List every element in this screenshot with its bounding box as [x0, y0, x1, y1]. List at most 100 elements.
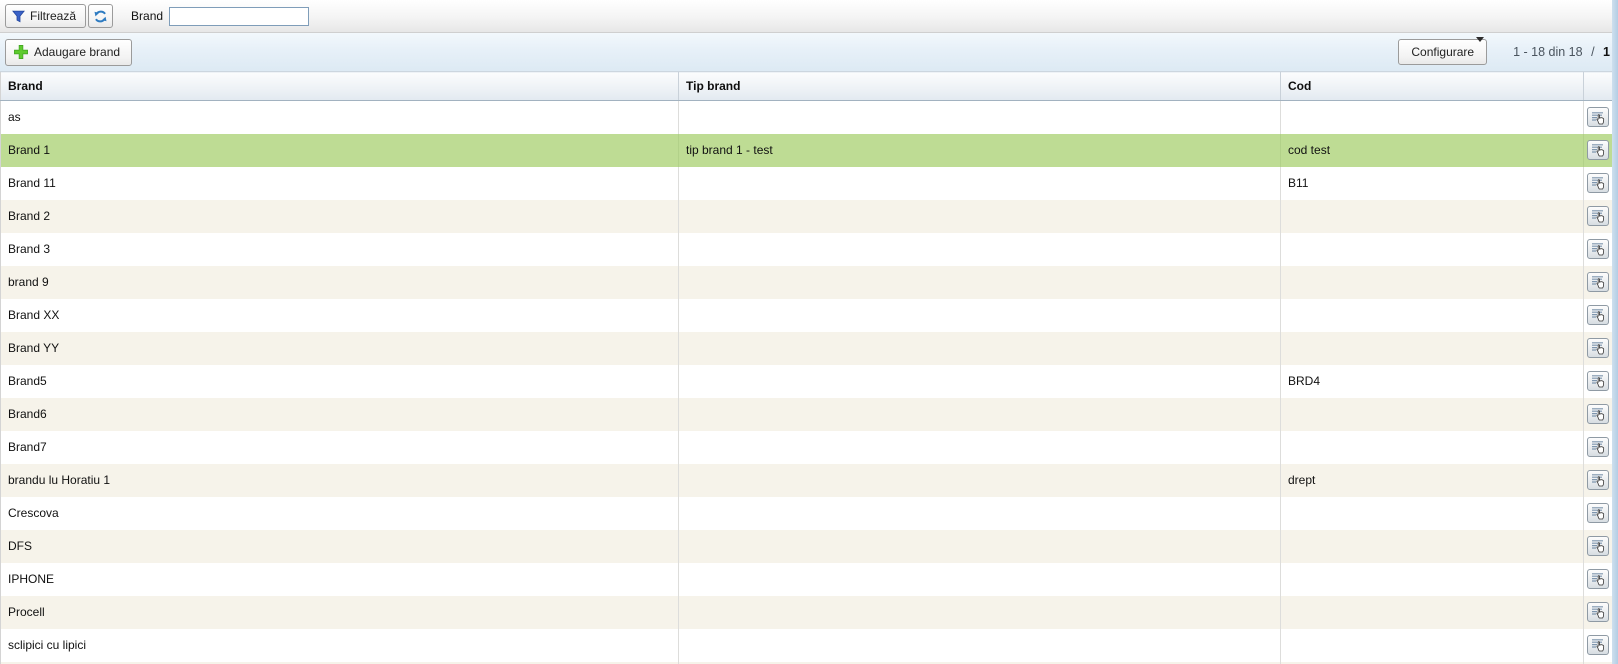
column-header-brand[interactable]: Brand [1, 72, 679, 101]
column-header-cod[interactable]: Cod [1281, 72, 1584, 101]
row-actions-cell [1584, 365, 1613, 398]
brand-cell: Brand6 [1, 398, 679, 431]
add-brand-button[interactable]: Adaugare brand [5, 39, 132, 66]
filter-toolbar: Filtrează Brand [0, 0, 1618, 33]
tip-brand-cell: tip brand 1 - test [679, 134, 1281, 167]
cod-cell [1281, 200, 1584, 233]
row-actions-cell [1584, 629, 1613, 662]
hand-pointer-form-icon [1590, 110, 1606, 125]
hand-pointer-form-icon [1590, 571, 1606, 586]
add-brand-button-label: Adaugare brand [34, 45, 120, 59]
brand-cell: Crescova [1, 497, 679, 530]
refresh-button[interactable] [88, 4, 113, 28]
cod-cell [1281, 431, 1584, 464]
table-row[interactable]: Brand 11 B11 [1, 167, 1613, 200]
row-detail-button[interactable] [1587, 272, 1609, 292]
configure-button[interactable]: Configurare [1398, 39, 1487, 65]
row-detail-button[interactable] [1587, 536, 1609, 556]
row-actions-cell [1584, 497, 1613, 530]
brand-filter-input[interactable] [169, 7, 309, 26]
row-actions-cell [1584, 200, 1613, 233]
table-row[interactable]: as [1, 101, 1613, 134]
row-detail-button[interactable] [1587, 404, 1609, 424]
brand-cell: Brand 2 [1, 200, 679, 233]
row-detail-button[interactable] [1587, 305, 1609, 325]
hand-pointer-form-icon [1590, 472, 1606, 487]
row-detail-button[interactable] [1587, 107, 1609, 127]
table-row[interactable]: Brand7 [1, 431, 1613, 464]
row-actions-cell [1584, 563, 1613, 596]
row-actions-cell [1584, 167, 1613, 200]
row-actions-cell [1584, 530, 1613, 563]
table-row[interactable]: DFS [1, 530, 1613, 563]
table-row[interactable]: brandu lu Horatiu 1 drept [1, 464, 1613, 497]
brand-cell: brandu lu Horatiu 1 [1, 464, 679, 497]
row-detail-button[interactable] [1587, 503, 1609, 523]
table-header-row: Brand Tip brand Cod [1, 72, 1613, 101]
brand-filter-label: Brand [131, 9, 163, 23]
hand-pointer-form-icon [1590, 373, 1606, 388]
row-actions-cell [1584, 101, 1613, 134]
hand-pointer-form-icon [1590, 439, 1606, 454]
brand-cell: Brand7 [1, 431, 679, 464]
table-row[interactable]: Brand 3 [1, 233, 1613, 266]
hand-pointer-form-icon [1590, 307, 1606, 322]
table-row[interactable]: Procell [1, 596, 1613, 629]
action-toolbar: Adaugare brand Configurare 1 - 18 din 18… [0, 33, 1618, 71]
row-detail-button[interactable] [1587, 140, 1609, 160]
row-detail-button[interactable] [1587, 602, 1609, 622]
filter-button[interactable]: Filtrează [5, 4, 86, 28]
table-row[interactable]: Brand6 [1, 398, 1613, 431]
brand-cell: Brand 11 [1, 167, 679, 200]
hand-pointer-form-icon [1590, 142, 1606, 157]
pagination-separator: / [1591, 45, 1594, 59]
table-row[interactable]: brand 9 [1, 266, 1613, 299]
hand-pointer-form-icon [1590, 340, 1606, 355]
table-row[interactable]: Brand 1 tip brand 1 - test cod test [1, 134, 1613, 167]
tip-brand-cell [679, 332, 1281, 365]
hand-pointer-form-icon [1590, 637, 1606, 652]
tip-brand-cell [679, 497, 1281, 530]
row-detail-button[interactable] [1587, 173, 1609, 193]
cod-cell [1281, 101, 1584, 134]
row-detail-button[interactable] [1587, 635, 1609, 655]
row-detail-button[interactable] [1587, 371, 1609, 391]
row-actions-cell [1584, 266, 1613, 299]
cod-cell [1281, 332, 1584, 365]
hand-pointer-form-icon [1590, 406, 1606, 421]
brand-cell: Brand 3 [1, 233, 679, 266]
table-row[interactable]: Brand YY [1, 332, 1613, 365]
table-row[interactable]: Brand 2 [1, 200, 1613, 233]
row-detail-button[interactable] [1587, 470, 1609, 490]
row-detail-button[interactable] [1587, 338, 1609, 358]
table-row[interactable]: Brand5 BRD4 [1, 365, 1613, 398]
row-detail-button[interactable] [1587, 206, 1609, 226]
cod-cell: B11 [1281, 167, 1584, 200]
tip-brand-cell [679, 101, 1281, 134]
row-actions-cell [1584, 464, 1613, 497]
chevron-down-icon [1476, 37, 1484, 42]
cod-cell [1281, 266, 1584, 299]
brand-cell: Brand5 [1, 365, 679, 398]
row-actions-cell [1584, 431, 1613, 464]
tip-brand-cell [679, 167, 1281, 200]
row-detail-button[interactable] [1587, 569, 1609, 589]
table-row[interactable]: IPHONE [1, 563, 1613, 596]
filter-button-label: Filtrează [30, 9, 76, 23]
row-detail-button[interactable] [1587, 437, 1609, 457]
hand-pointer-form-icon [1590, 505, 1606, 520]
cod-cell [1281, 530, 1584, 563]
pagination-current-page: 1 [1603, 45, 1610, 59]
brand-management-page: Filtrează Brand Adaugare brand [0, 0, 1618, 664]
column-header-tip-brand[interactable]: Tip brand [679, 72, 1281, 101]
row-actions-cell [1584, 134, 1613, 167]
row-detail-button[interactable] [1587, 239, 1609, 259]
table-row[interactable]: Crescova [1, 497, 1613, 530]
hand-pointer-form-icon [1590, 538, 1606, 553]
cod-cell [1281, 596, 1584, 629]
cod-cell [1281, 629, 1584, 662]
row-actions-cell [1584, 596, 1613, 629]
tip-brand-cell [679, 233, 1281, 266]
table-row[interactable]: sclipici cu lipici [1, 629, 1613, 662]
table-row[interactable]: Brand XX [1, 299, 1613, 332]
